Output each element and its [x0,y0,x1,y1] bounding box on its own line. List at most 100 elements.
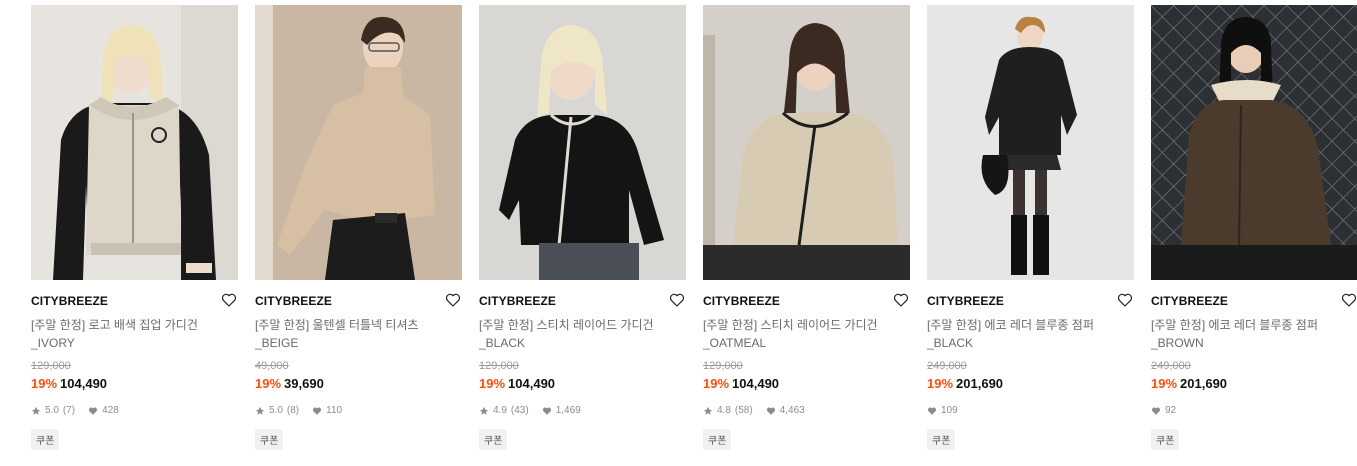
like-count: 428 [102,405,119,416]
heart-icon[interactable] [445,292,461,308]
title-line1: [주말 한정] 울텐셀 터틀넥 티셔츠 [255,318,419,332]
product-title[interactable]: [주말 한정] 스티치 레이어드 가디건 _OATMEAL [703,316,903,352]
coupon-badge: 쿠폰 [703,429,732,450]
product-meta: 92 [1151,405,1176,416]
product-card[interactable]: CITYBREEZE [주말 한정] 에코 레더 블루종 점퍼 _BLACK 24… [927,0,1134,466]
brand-name[interactable]: CITYBREEZE [1151,294,1228,308]
title-line1: [주말 한정] 스티치 레이어드 가디건 [479,318,654,332]
sale-price: 104,490 [60,376,108,391]
like-count: 4,463 [779,405,805,416]
review-count: (43) [510,405,529,416]
star-icon [703,406,713,415]
heart-icon[interactable] [669,292,685,308]
title-line2: _BROWN [1151,336,1204,350]
original-price: 249,000 [927,360,967,372]
like-count: 92 [1165,405,1177,416]
product-image[interactable] [255,5,462,280]
title-line2: _BLACK [927,336,974,350]
like-count: 109 [941,405,958,416]
original-price: 129,000 [31,360,71,372]
heart-icon[interactable] [221,292,237,308]
product-meta: 4.9 (43) 1,469 [479,405,581,416]
original-price: 49,000 [255,360,289,372]
rating: 4.8 [717,405,731,416]
brand-name[interactable]: CITYBREEZE [255,294,332,308]
sale-price: 201,690 [956,376,1004,391]
like-heart-icon [927,406,937,415]
like-count: 110 [326,405,343,416]
product-title[interactable]: [주말 한정] 스티치 레이어드 가디건 _BLACK [479,316,679,352]
product-image[interactable] [31,5,238,280]
product-meta: 5.0 (8) 110 [255,405,342,416]
price-row: 19% 201,690 [927,376,1003,391]
sale-price: 104,490 [732,376,780,391]
product-card[interactable]: CITYBREEZE [주말 한정] 울텐셀 터틀넥 티셔츠 _BEIGE 49,… [255,0,462,466]
like-heart-icon [766,406,775,415]
coupon-badge: 쿠폰 [1151,429,1180,450]
heart-icon[interactable] [1341,292,1357,308]
star-icon [479,406,489,415]
price-row: 19% 104,490 [31,376,107,391]
title-line1: [주말 한정] 에코 레더 블루종 점퍼 [927,318,1094,332]
heart-icon[interactable] [893,292,909,308]
sale-price: 104,490 [508,376,556,391]
coupon-badge: 쿠폰 [927,429,956,450]
like-heart-icon [1151,406,1161,415]
price-row: 19% 39,690 [255,376,324,391]
product-image[interactable] [1151,5,1357,280]
product-title[interactable]: [주말 한정] 에코 레더 블루종 점퍼 _BROWN [1151,316,1351,352]
coupon-badge: 쿠폰 [255,429,284,450]
original-price: 129,000 [479,360,519,372]
title-line2: _IVORY [31,336,75,350]
sale-price: 39,690 [284,376,324,391]
sale-price: 201,690 [1180,376,1228,391]
like-heart-icon [89,406,98,415]
original-price: 249,000 [1151,360,1191,372]
discount-rate: 19% [1151,376,1178,391]
price-row: 19% 201,690 [1151,376,1227,391]
price-row: 19% 104,490 [703,376,779,391]
product-title[interactable]: [주말 한정] 로고 배색 집업 가디건 _IVORY [31,316,231,352]
like-count: 1,469 [555,405,581,416]
product-card[interactable]: CITYBREEZE [주말 한정] 스티치 레이어드 가디건 _OATMEAL … [703,0,910,466]
product-image[interactable] [479,5,686,280]
like-heart-icon [542,406,551,415]
coupon-badge: 쿠폰 [31,429,60,450]
product-card[interactable]: CITYBREEZE [주말 한정] 에코 레더 블루종 점퍼 _BROWN 24… [1151,0,1357,466]
title-line1: [주말 한정] 로고 배색 집업 가디건 [31,318,198,332]
brand-name[interactable]: CITYBREEZE [927,294,1004,308]
product-title[interactable]: [주말 한정] 에코 레더 블루종 점퍼 _BLACK [927,316,1127,352]
title-line1: [주말 한정] 에코 레더 블루종 점퍼 [1151,318,1318,332]
title-line2: _OATMEAL [703,336,767,350]
product-image[interactable] [703,5,910,280]
discount-rate: 19% [703,376,730,391]
discount-rate: 19% [31,376,58,391]
brand-name[interactable]: CITYBREEZE [479,294,556,308]
discount-rate: 19% [255,376,282,391]
brand-name[interactable]: CITYBREEZE [31,294,108,308]
title-line1: [주말 한정] 스티치 레이어드 가디건 [703,318,878,332]
brand-name[interactable]: CITYBREEZE [703,294,780,308]
rating: 4.9 [493,405,507,416]
product-card[interactable]: CITYBREEZE [주말 한정] 로고 배색 집업 가디건 _IVORY 12… [31,0,238,466]
coupon-badge: 쿠폰 [479,429,508,450]
product-grid: CITYBREEZE [주말 한정] 로고 배색 집업 가디건 _IVORY 12… [0,0,1357,466]
title-line2: _BEIGE [255,336,299,350]
product-meta: 4.8 (58) 4,463 [703,405,805,416]
rating: 5.0 [269,405,283,416]
heart-icon[interactable] [1117,292,1133,308]
discount-rate: 19% [479,376,506,391]
price-row: 19% 104,490 [479,376,555,391]
product-title[interactable]: [주말 한정] 울텐셀 터틀넥 티셔츠 _BEIGE [255,316,455,352]
review-count: (58) [734,405,753,416]
star-icon [255,406,265,415]
review-count: (7) [62,405,76,416]
original-price: 129,000 [703,360,743,372]
title-line2: _BLACK [479,336,526,350]
product-meta: 5.0 (7) 428 [31,405,119,416]
product-card[interactable]: CITYBREEZE [주말 한정] 스티치 레이어드 가디건 _BLACK 12… [479,0,686,466]
product-image[interactable] [927,5,1134,280]
product-meta: 109 [927,405,958,416]
star-icon [31,406,41,415]
rating: 5.0 [45,405,59,416]
